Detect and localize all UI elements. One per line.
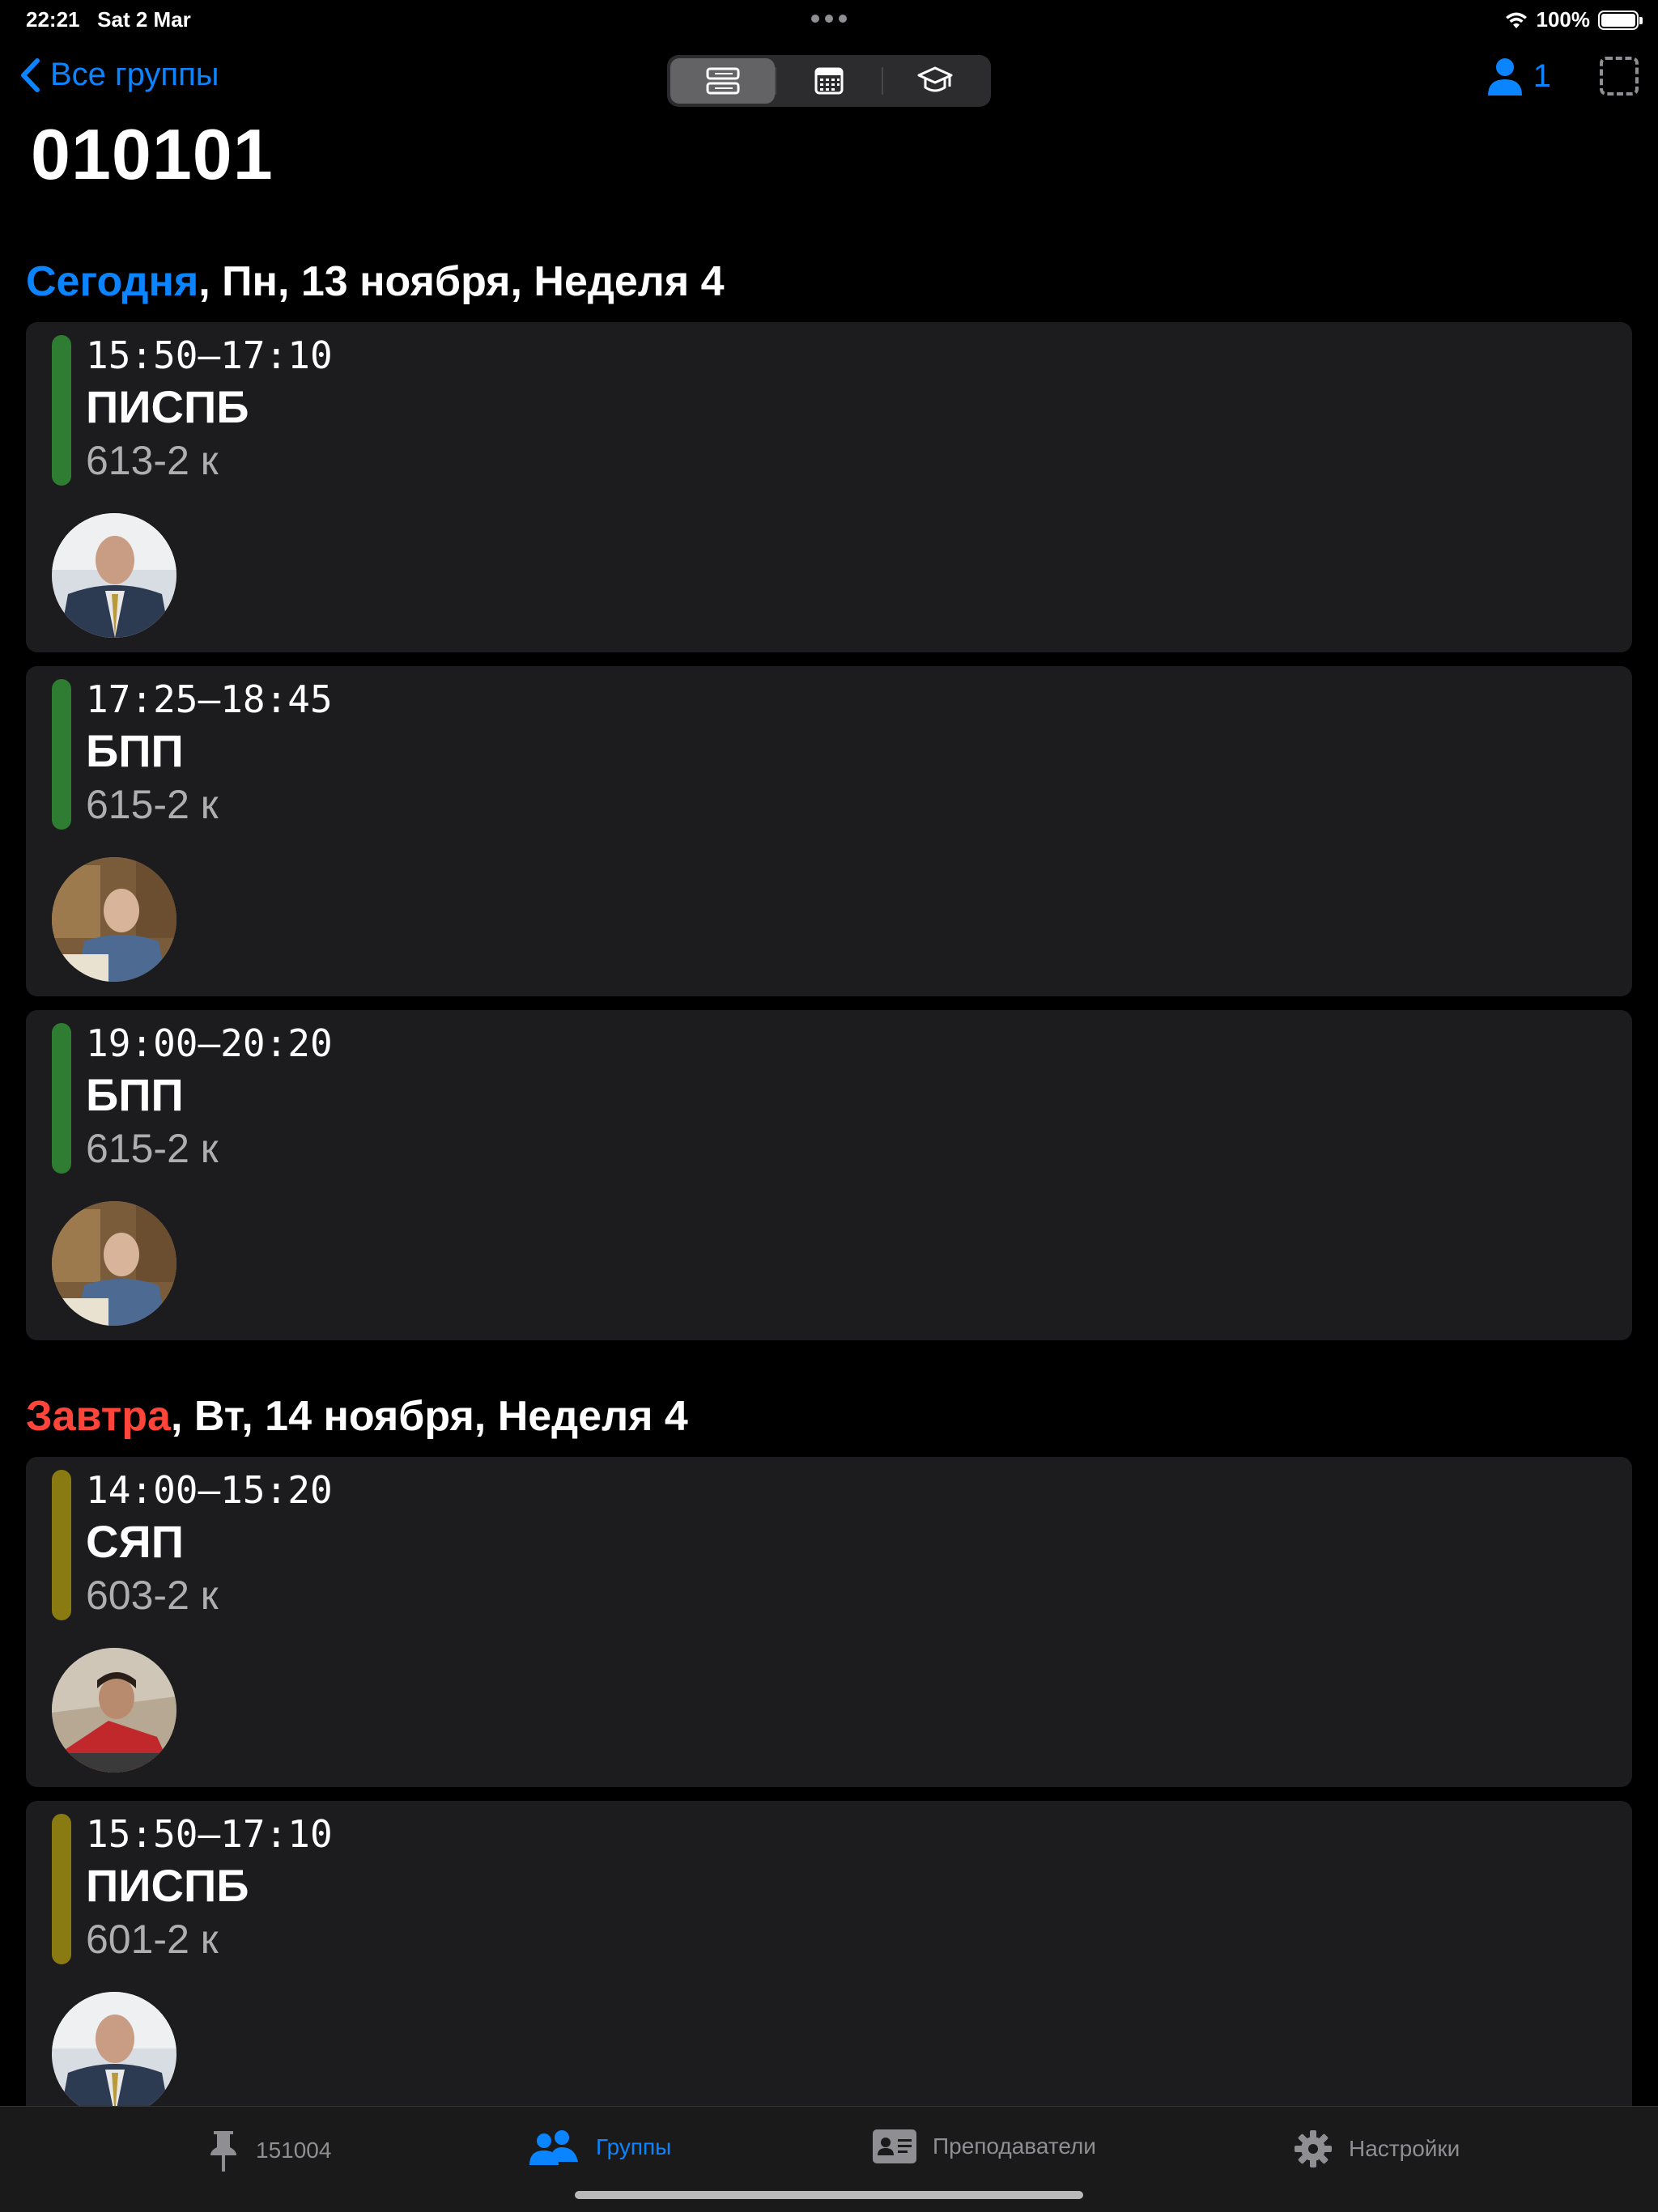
tab-groups[interactable]: Группы [528, 2129, 671, 2165]
lesson-room: 615-2 к [86, 1126, 219, 1171]
gear-icon [1295, 2130, 1332, 2167]
view-mode-segmented-control[interactable] [667, 55, 991, 107]
tab-settings[interactable]: Настройки [1294, 2129, 1460, 2168]
status-time: 22:21 Sat 2 Mar [26, 7, 191, 32]
back-button[interactable]: Все группы [19, 57, 219, 93]
lesson-room: 613-2 к [86, 438, 219, 483]
teacher-avatar[interactable] [52, 1992, 176, 2116]
chevron-left-icon [21, 57, 40, 92]
teacher-avatar[interactable] [52, 1201, 176, 1326]
lesson-room: 615-2 к [86, 782, 219, 827]
lesson-subject: БПП [86, 725, 184, 776]
battery-icon [1598, 10, 1643, 30]
id-card-icon [873, 2129, 916, 2163]
list-icon [706, 67, 740, 95]
wifi-icon [1505, 12, 1527, 28]
day-header-tomorrow: Завтра, Вт, 14 ноября, Неделя 4 [26, 1392, 688, 1441]
segment-list-view[interactable] [670, 58, 776, 104]
user-count-label: 1 [1533, 57, 1551, 94]
day-date-text: , Вт, 14 ноября, Неделя 4 [170, 1393, 688, 1440]
day-header-today: Сегодня, Пн, 13 ноября, Неделя 4 [26, 257, 725, 306]
segment-graduation-view[interactable] [883, 58, 988, 104]
teacher-avatar[interactable] [52, 513, 176, 638]
lesson-type-bar [52, 1814, 71, 1964]
lesson-card[interactable]: 19:00—20:20 БПП 615-2 к [26, 1010, 1632, 1340]
lesson-time: 15:50—17:10 [86, 333, 333, 377]
teacher-avatar[interactable] [52, 1648, 176, 1773]
lesson-room: 601-2 к [86, 1917, 219, 1962]
battery-percent: 100% [1536, 7, 1591, 32]
tab-teachers[interactable]: Преподаватели [873, 2129, 1096, 2163]
lesson-subject: ПИСПБ [86, 1860, 249, 1911]
tab-teachers-label: Преподаватели [933, 2133, 1096, 2159]
calendar-icon [814, 67, 844, 95]
lesson-card[interactable]: 17:25—18:45 БПП 615-2 к [26, 666, 1632, 996]
day-highlight-tomorrow: Завтра [26, 1393, 171, 1440]
tab-pinned-label: 151004 [256, 2138, 332, 2163]
lesson-time: 19:00—20:20 [86, 1021, 333, 1065]
people-icon [529, 2130, 578, 2165]
lesson-card[interactable]: 15:50—17:10 ПИСПБ 613-2 к [26, 322, 1632, 652]
lesson-type-bar [52, 1023, 71, 1174]
tab-pinned[interactable]: 151004 [207, 2129, 331, 2172]
status-right: 100% [1504, 7, 1643, 32]
segment-calendar-view[interactable] [776, 58, 881, 104]
lesson-time: 15:50—17:10 [86, 1812, 333, 1856]
user-count-button[interactable]: 1 [1486, 57, 1551, 96]
graduation-cap-icon [917, 66, 953, 92]
back-button-label: Все группы [50, 57, 219, 92]
lesson-card[interactable]: 15:50—17:10 ПИСПБ 601-2 к [26, 1801, 1632, 2131]
tab-settings-label: Настройки [1349, 2136, 1460, 2161]
day-highlight-today: Сегодня [26, 258, 199, 305]
day-date-text: , Пн, 13 ноября, Неделя 4 [198, 258, 725, 305]
tab-groups-label: Группы [596, 2134, 672, 2159]
tab-bar: 151004 Группы Преподаватели Настройки [0, 2106, 1658, 2212]
lesson-time: 14:00—15:20 [86, 1468, 333, 1512]
home-indicator[interactable] [575, 2191, 1083, 2199]
lesson-card[interactable]: 14:00—15:20 СЯП 603-2 к [26, 1457, 1632, 1787]
lesson-type-bar [52, 335, 71, 486]
lesson-type-bar [52, 1470, 71, 1620]
pin-icon [210, 2131, 236, 2172]
lesson-subject: БПП [86, 1069, 184, 1120]
lesson-subject: СЯП [86, 1516, 184, 1567]
multitasking-dots-icon[interactable] [811, 15, 847, 23]
teacher-avatar[interactable] [52, 857, 176, 982]
lesson-room: 603-2 к [86, 1573, 219, 1618]
page-title: 010101 [31, 114, 274, 194]
navigation-bar: Все группы 1 [0, 49, 1658, 113]
lesson-type-bar [52, 679, 71, 830]
nav-right-group: 1 [1486, 57, 1639, 96]
person-icon [1487, 58, 1522, 96]
status-bar: 22:21 Sat 2 Mar 100% [0, 0, 1658, 40]
select-frame-icon[interactable] [1600, 57, 1639, 96]
lesson-subject: ПИСПБ [86, 381, 249, 432]
lesson-time: 17:25—18:45 [86, 677, 333, 721]
